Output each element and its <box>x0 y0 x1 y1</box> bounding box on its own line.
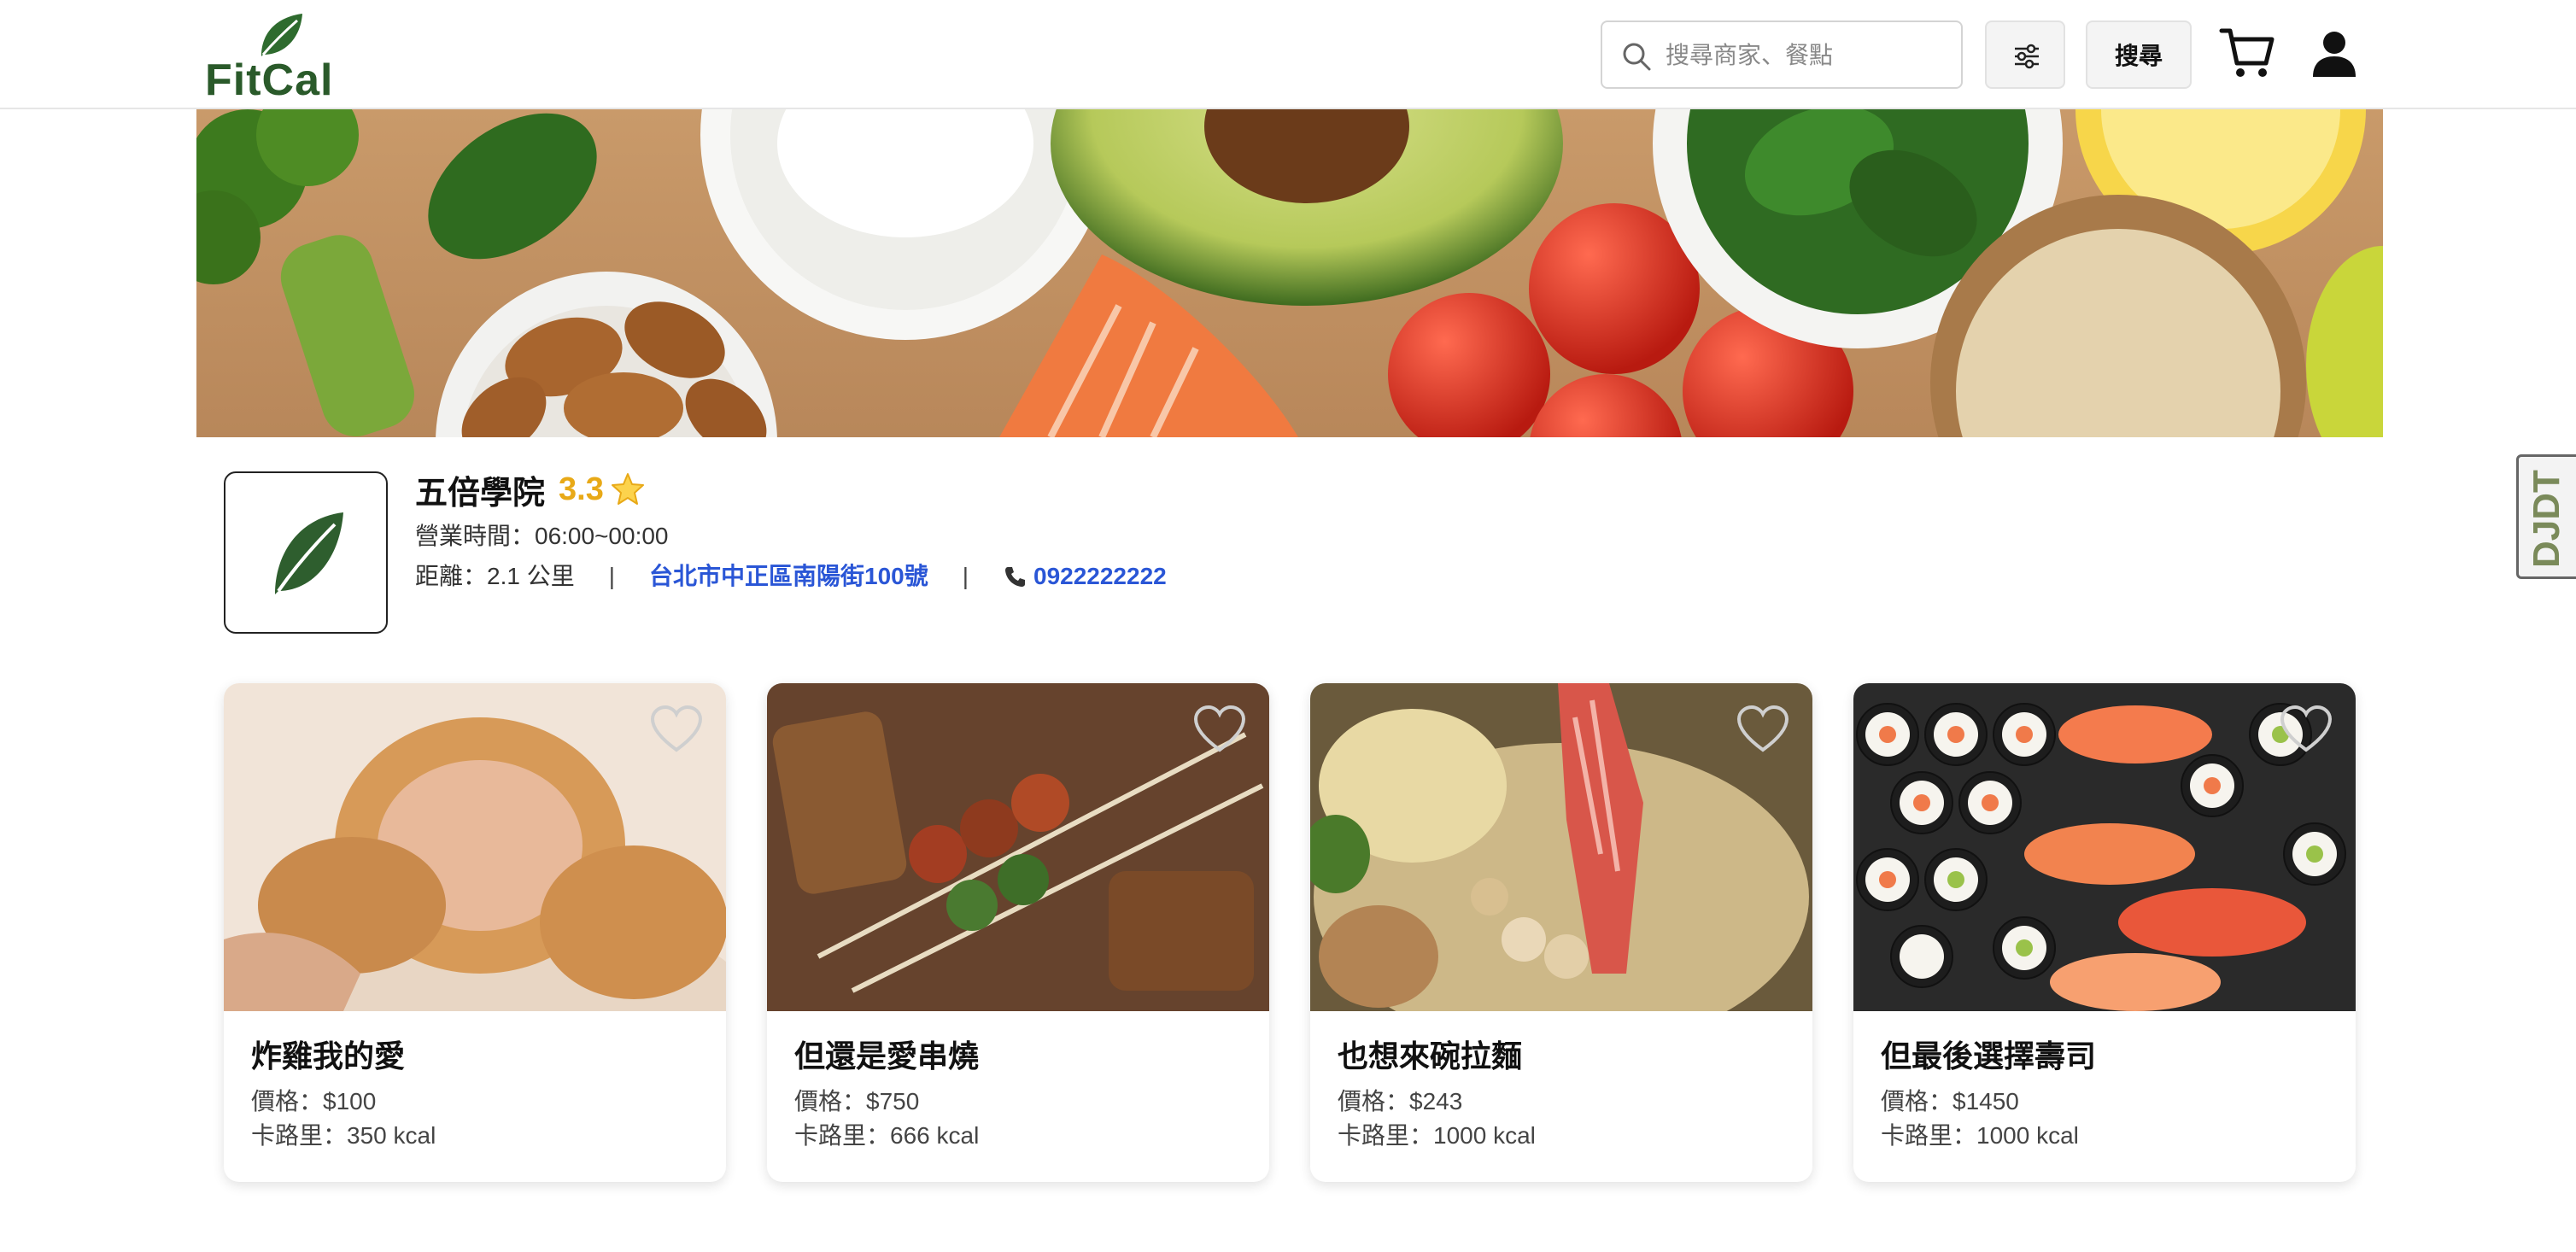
search-icon <box>1623 43 1651 71</box>
product-price: 價格：$1450 <box>1881 1088 2019 1115</box>
store-address-link[interactable]: 台北市中正區南陽街100號 <box>649 560 928 593</box>
sliders-icon <box>2015 44 2039 69</box>
product-price: 價格：$750 <box>794 1088 920 1115</box>
heart-icon[interactable] <box>1737 705 1789 753</box>
fitcal-logo[interactable]: FitCal <box>205 12 350 105</box>
logo-text: FitCal <box>205 56 334 105</box>
search-box[interactable] <box>1601 20 1963 89</box>
separator: | <box>962 563 969 589</box>
product-card[interactable]: 但還是愛串燒 價格：$750 卡路里：666 kcal <box>767 683 1269 1182</box>
filter-button[interactable] <box>1985 20 2065 89</box>
product-title: 炸雞我的愛 <box>251 1038 406 1074</box>
store-distance: 距離：2.1 公里 <box>415 563 575 589</box>
leaf-icon <box>275 512 343 594</box>
store-phone-link[interactable]: 0922222222 <box>1033 560 1167 593</box>
product-price: 價格：$100 <box>251 1088 377 1115</box>
heart-icon[interactable] <box>651 705 702 753</box>
healthy-food-illustration <box>196 109 2383 437</box>
search-input[interactable] <box>1666 34 1947 77</box>
store-rating: 3.3 <box>559 471 604 507</box>
search-button[interactable]: 搜尋 <box>2086 20 2192 89</box>
store-name: 五倍學院 <box>415 475 546 512</box>
product-calories: 卡路里：1000 kcal <box>1338 1122 1536 1149</box>
store-logo <box>224 471 388 634</box>
product-card[interactable]: 炸雞我的愛 價格：$100 卡路里：350 kcal <box>224 683 726 1182</box>
heart-icon[interactable] <box>1194 705 1245 753</box>
heart-icon[interactable] <box>2280 705 2332 753</box>
product-calories: 卡路里：350 kcal <box>251 1122 436 1149</box>
cart-icon[interactable] <box>2219 26 2275 80</box>
user-icon[interactable] <box>2311 31 2357 77</box>
product-title: 也想來碗拉麵 <box>1338 1038 1523 1074</box>
top-header: FitCal 搜尋 <box>0 0 2576 109</box>
product-price: 價格：$243 <box>1338 1088 1463 1115</box>
store-info-row: 距離：2.1 公里 | 台北市中正區南陽街100號 | 0922222222 <box>415 560 1167 593</box>
store-title-row: 五倍學院 3.3 <box>415 468 645 512</box>
debug-toolbar-toggle[interactable]: DJDT <box>2516 454 2576 579</box>
debug-toolbar-label: DJDT <box>2526 470 2567 568</box>
store-hours: 營業時間：06:00~00:00 <box>415 523 669 549</box>
product-title: 但還是愛串燒 <box>794 1038 980 1074</box>
product-calories: 卡路里：1000 kcal <box>1881 1122 2079 1149</box>
separator: | <box>608 563 615 589</box>
product-title: 但最後選擇壽司 <box>1881 1038 2097 1074</box>
product-calories: 卡路里：666 kcal <box>794 1122 980 1149</box>
product-card[interactable]: 但最後選擇壽司 價格：$1450 卡路里：1000 kcal <box>1853 683 2356 1182</box>
leaf-logo-icon <box>261 14 302 56</box>
star-icon <box>611 473 644 505</box>
product-card[interactable]: 也想來碗拉麵 價格：$243 卡路里：1000 kcal <box>1310 683 1812 1182</box>
phone-icon <box>1005 567 1025 587</box>
hero-banner-image <box>196 109 2383 437</box>
